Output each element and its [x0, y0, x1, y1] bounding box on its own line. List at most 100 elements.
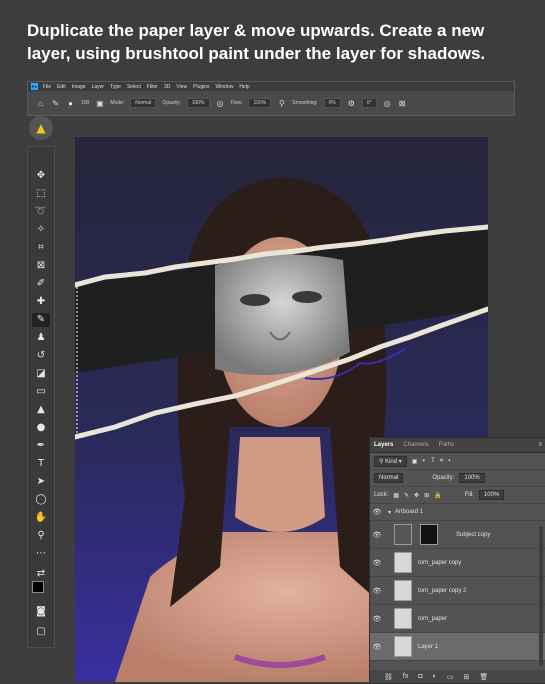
angle-input[interactable]: 0°	[361, 98, 377, 108]
flow-label: Flow:	[230, 100, 243, 106]
fx-icon[interactable]: fx	[403, 673, 408, 680]
history-brush-tool-icon[interactable]: ↺	[32, 349, 50, 363]
foreground-color-swatch[interactable]	[32, 581, 44, 593]
move-tool-icon[interactable]: ✥	[32, 169, 50, 183]
visibility-eye-icon[interactable]: 👁	[370, 559, 384, 567]
blend-mode-select[interactable]: Normal	[374, 473, 404, 483]
shape-tool-icon[interactable]: ◯	[32, 493, 50, 507]
marquee-tool-icon[interactable]: ⬚	[32, 187, 50, 201]
path-select-tool-icon[interactable]: ➤	[32, 475, 50, 489]
chevron-down-icon[interactable]: ▾	[388, 509, 391, 516]
crop-tool-icon[interactable]: ⌗	[32, 241, 50, 255]
layer-thumbnail	[394, 552, 412, 573]
visibility-eye-icon[interactable]: 👁	[370, 643, 384, 651]
trash-icon[interactable]: 🗑	[479, 673, 488, 681]
dodge-tool-icon[interactable]: ●	[32, 421, 50, 435]
airbrush-icon[interactable]: ⚲	[277, 99, 286, 108]
gradient-tool-icon[interactable]: ▭	[32, 385, 50, 399]
visibility-eye-icon[interactable]: 👁	[370, 508, 384, 516]
ps-logo-icon: Ps	[31, 83, 38, 90]
menu-select[interactable]: Select	[127, 84, 141, 90]
pressure-opacity-icon[interactable]: ◎	[216, 99, 225, 108]
lasso-tool-icon[interactable]: ➰	[32, 205, 50, 219]
link-layers-icon[interactable]: ⛓	[384, 673, 393, 681]
filter-type-icon[interactable]: T	[431, 458, 435, 464]
lock-transparent-icon[interactable]: ▦	[393, 492, 399, 499]
menu-plugins[interactable]: Plugins	[193, 84, 209, 90]
smoothing-input[interactable]: 0%	[323, 98, 341, 108]
layer-row[interactable]: 👁 torn_paper copy 2	[370, 577, 545, 605]
menu-layer[interactable]: Layer	[92, 84, 105, 90]
visibility-eye-icon[interactable]: 👁	[370, 587, 384, 595]
adjustment-layer-icon[interactable]: ◐	[433, 673, 437, 680]
tab-layers[interactable]: Layers	[374, 442, 393, 448]
filter-adjustment-icon[interactable]: ◐	[422, 458, 426, 464]
quick-mask-icon[interactable]: ◙	[32, 605, 50, 619]
mode-select[interactable]: Normal	[130, 98, 157, 108]
layer-name: torn_paper copy	[418, 559, 462, 566]
zoom-tool-icon[interactable]: ⚲	[32, 529, 50, 543]
type-tool-icon[interactable]: T	[32, 457, 50, 471]
frame-tool-icon[interactable]: ⊠	[32, 259, 50, 273]
hand-tool-icon[interactable]: ✋	[32, 511, 50, 525]
layer-row[interactable]: 👁 torn_paper copy	[370, 549, 545, 577]
layer-mask-thumbnail[interactable]	[420, 524, 438, 545]
filter-smart-object-icon[interactable]: ▪	[448, 458, 450, 464]
kind-filter-select[interactable]: ⚲ Kind ▾	[374, 455, 407, 467]
healing-brush-tool-icon[interactable]: ✚	[32, 295, 50, 309]
eraser-tool-icon[interactable]: ◪	[32, 367, 50, 381]
swap-colors-icon[interactable]: ⇄	[32, 567, 50, 581]
menu-window[interactable]: Window	[216, 84, 234, 90]
quick-select-tool-icon[interactable]: ✧	[32, 223, 50, 237]
opacity-label: Opacity:	[162, 100, 181, 106]
eyedropper-tool-icon[interactable]: ✐	[32, 277, 50, 291]
pressure-size-icon[interactable]: ◎	[383, 99, 392, 108]
lock-artboard-icon[interactable]: ⊞	[424, 492, 429, 499]
lock-all-icon[interactable]: 🔒	[434, 492, 441, 499]
menu-edit[interactable]: Edit	[57, 84, 66, 90]
fill-input[interactable]: 100%	[478, 490, 505, 500]
tab-channels[interactable]: Channels	[403, 442, 428, 448]
tab-paths[interactable]: Paths	[439, 442, 454, 448]
new-layer-icon[interactable]: ⊞	[463, 673, 469, 681]
opacity-input[interactable]: 100%	[186, 98, 210, 108]
menu-help[interactable]: Help	[239, 84, 249, 90]
more-tools-icon[interactable]: ⋯	[32, 547, 50, 561]
home-icon[interactable]: ⌂	[36, 99, 45, 108]
filter-shape-icon[interactable]: ⌗	[440, 458, 443, 465]
filter-pixel-icon[interactable]: ▣	[412, 458, 418, 465]
brush-preset-icon[interactable]: ●	[66, 99, 75, 108]
lock-paint-icon[interactable]: ✎	[404, 492, 409, 499]
brush-panel-icon[interactable]: ▣	[95, 99, 104, 108]
layer-row[interactable]: 👁 torn_paper	[370, 605, 545, 633]
menu-file[interactable]: File	[43, 84, 51, 90]
clone-stamp-tool-icon[interactable]: ♟	[32, 331, 50, 345]
menu-3d[interactable]: 3D	[164, 84, 170, 90]
filter-row: ⚲ Kind ▾ ▣ ◐ T ⌗ ▪	[370, 453, 545, 470]
screen-mode-icon[interactable]: ▢	[32, 625, 50, 639]
menu-view[interactable]: View	[176, 84, 187, 90]
home-badge-icon[interactable]: ▲	[29, 116, 53, 140]
flow-input[interactable]: 100%	[248, 98, 272, 108]
panel-menu-icon[interactable]: ≡	[538, 442, 542, 448]
menu-filter[interactable]: Filter	[147, 84, 158, 90]
brush-tool-icon[interactable]: ✎	[32, 313, 50, 327]
visibility-eye-icon[interactable]: 👁	[370, 531, 384, 539]
blur-tool-icon[interactable]: ▲	[32, 403, 50, 417]
lock-position-icon[interactable]: ✥	[414, 492, 419, 499]
symmetry-icon[interactable]: ⊠	[398, 99, 407, 108]
visibility-eye-icon[interactable]: 👁	[370, 615, 384, 623]
pen-tool-icon[interactable]: ✒	[32, 439, 50, 453]
layers-scrollbar[interactable]	[539, 526, 543, 666]
brush-tool-icon[interactable]: ✎	[51, 99, 60, 108]
opacity-label: Opacity:	[432, 475, 455, 481]
layer-opacity-input[interactable]: 100%	[459, 473, 485, 483]
layer-row-selected[interactable]: 👁 Layer 1	[370, 633, 545, 661]
add-mask-icon[interactable]: ◘	[418, 673, 422, 680]
layer-row[interactable]: 👁 Subject copy	[370, 521, 545, 549]
menu-image[interactable]: Image	[72, 84, 86, 90]
artboard-row[interactable]: 👁 ▾ Artboard 1	[370, 504, 545, 521]
settings-gear-icon[interactable]: ⚙	[347, 99, 356, 108]
menu-type[interactable]: Type	[110, 84, 121, 90]
new-group-icon[interactable]: ▭	[447, 673, 454, 681]
